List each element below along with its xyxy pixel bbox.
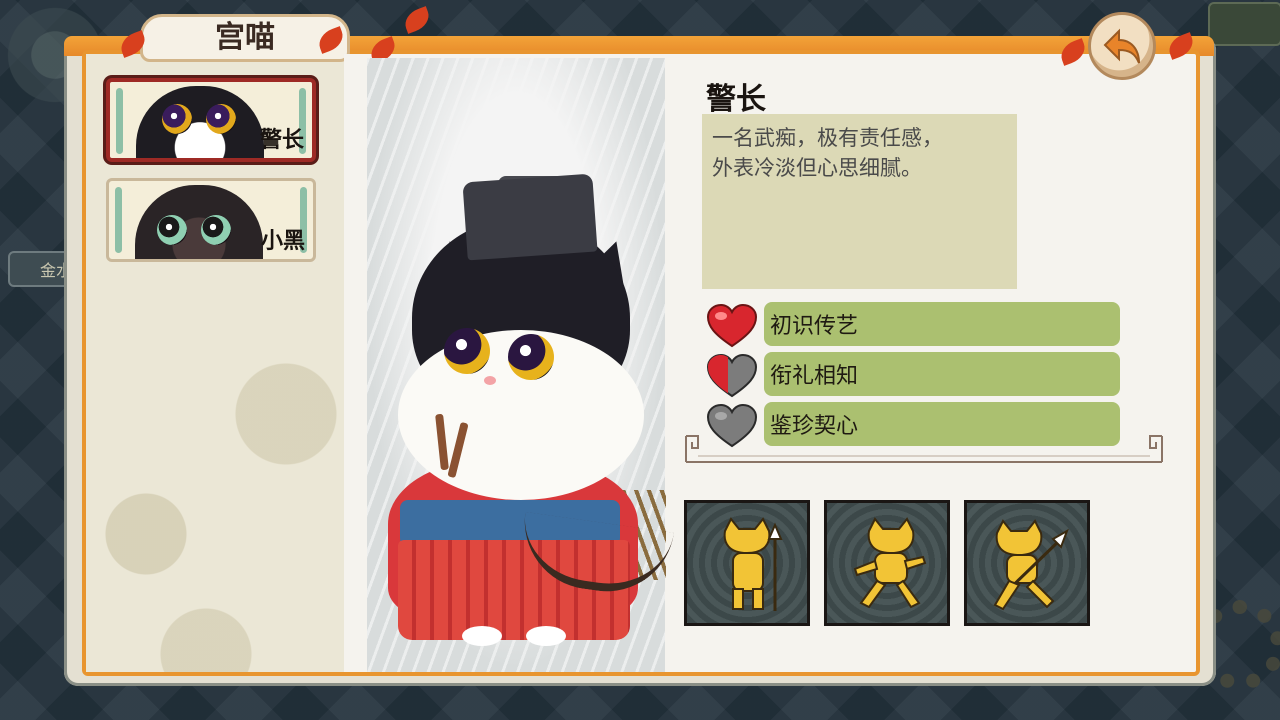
relationship-label: 初识传艺 bbox=[770, 314, 859, 339]
character-card-jingzhang[interactable]: 警长 bbox=[106, 78, 316, 162]
cat-foot bbox=[526, 626, 566, 646]
panel-title-tab: 宫喵 bbox=[140, 14, 350, 62]
relationship-row[interactable]: 初识传艺 bbox=[706, 302, 1122, 348]
cat-nose bbox=[484, 376, 496, 385]
xiaohei-avatar bbox=[135, 185, 263, 259]
candied-haws bbox=[434, 412, 474, 482]
relationship-bar: 衔礼相知 bbox=[764, 352, 1120, 396]
cat-lunge-pose-icon bbox=[993, 519, 1069, 611]
skill-slot-3[interactable] bbox=[964, 500, 1090, 626]
ornamental-divider bbox=[685, 435, 1163, 463]
character-card-label: 小黑 bbox=[260, 228, 305, 254]
haw-stick bbox=[447, 421, 469, 479]
relationship-label: 衔礼相知 bbox=[770, 364, 859, 389]
relationship-bar: 初识传艺 bbox=[764, 302, 1120, 346]
portrait-gap bbox=[344, 54, 367, 672]
skill-slot-2[interactable] bbox=[824, 500, 950, 626]
full-heart-icon bbox=[706, 304, 758, 348]
avatar-eye bbox=[157, 215, 187, 245]
character-card-xiaohei[interactable]: 小黑 bbox=[106, 178, 316, 262]
character-name: 警长 bbox=[706, 82, 766, 117]
cat-eye bbox=[444, 328, 490, 374]
avatar-eye bbox=[206, 104, 236, 134]
card-rail-left bbox=[115, 187, 122, 253]
avatar-eye bbox=[201, 215, 231, 245]
description-line: 外表冷淡但心思细腻。 bbox=[712, 156, 922, 180]
cat-hat-brim bbox=[462, 173, 598, 261]
haw-stick bbox=[435, 413, 449, 471]
avatar-eye bbox=[162, 104, 192, 134]
character-card-label: 警长 bbox=[259, 127, 304, 153]
cat-spear-pose-icon bbox=[723, 517, 783, 611]
back-arrow-icon bbox=[1103, 28, 1140, 64]
relationship-row[interactable]: 衔礼相知 bbox=[706, 352, 1122, 398]
description-line: 一名武痴，极有责任感， bbox=[712, 126, 943, 150]
cat-foot bbox=[462, 626, 502, 646]
half-heart-icon bbox=[706, 354, 758, 398]
cat-eye bbox=[508, 334, 554, 380]
skill-slot-1[interactable] bbox=[684, 500, 810, 626]
character-description: 一名武痴，极有责任感， 外表冷淡但心思细腻。 bbox=[702, 114, 1017, 289]
card-rail-left bbox=[116, 88, 123, 154]
jingzhang-avatar bbox=[136, 86, 264, 158]
back-button[interactable] bbox=[1088, 12, 1156, 80]
panel-title: 宫喵 bbox=[215, 20, 275, 55]
background-menu-button bbox=[1208, 2, 1280, 46]
cat-stance-pose-icon bbox=[853, 517, 927, 609]
